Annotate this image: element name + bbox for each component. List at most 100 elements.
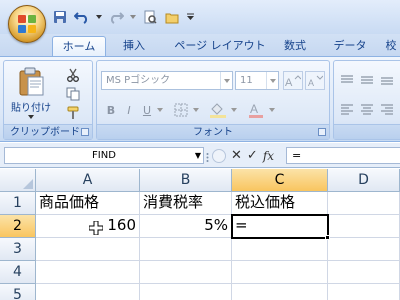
- office-button[interactable]: [8, 5, 46, 43]
- cell-c5[interactable]: [232, 284, 328, 300]
- office-logo-icon: [18, 15, 36, 33]
- cell-b5[interactable]: [140, 284, 232, 300]
- cell-d1[interactable]: [328, 192, 400, 215]
- column-header-c[interactable]: C: [232, 169, 328, 192]
- font-color-button[interactable]: A: [245, 101, 267, 119]
- open-folder-icon[interactable]: [164, 9, 180, 25]
- fill-handle[interactable]: [325, 235, 330, 240]
- font-name-combo[interactable]: MS Pゴシック: [101, 71, 233, 90]
- format-painter-button[interactable]: [64, 105, 82, 121]
- tab-data[interactable]: データ: [325, 36, 375, 56]
- align-center-icon: [361, 104, 373, 115]
- copy-icon: [66, 87, 80, 101]
- row-header-1[interactable]: 1: [0, 192, 36, 215]
- align-middle-icon: [361, 76, 373, 84]
- font-color-dropdown-icon[interactable]: [267, 101, 277, 119]
- paste-dropdown-icon: [28, 115, 34, 119]
- align-top-button[interactable]: [338, 71, 356, 89]
- column-header-d[interactable]: D: [328, 169, 400, 192]
- tab-page-layout[interactable]: ページ レイアウト: [170, 36, 270, 56]
- clipboard-launcher-icon[interactable]: [81, 128, 89, 136]
- row-header-3[interactable]: 3: [0, 238, 36, 261]
- redo-icon[interactable]: [108, 9, 124, 25]
- align-left-button[interactable]: [338, 101, 356, 119]
- name-box-dropdown-icon[interactable]: ▼: [195, 148, 201, 163]
- name-box[interactable]: FIND ▼: [4, 147, 204, 164]
- cut-button[interactable]: [64, 67, 82, 83]
- select-all-triangle-icon: [23, 179, 33, 189]
- underline-button[interactable]: U: [139, 101, 155, 119]
- cell-c1[interactable]: 税込価格: [232, 192, 328, 215]
- customize-qat-icon[interactable]: [186, 9, 194, 25]
- formula-circle-icon: [212, 148, 226, 163]
- font-size-value: 11: [240, 75, 253, 86]
- row-header-4[interactable]: 4: [0, 261, 36, 284]
- insert-function-icon[interactable]: fx: [263, 149, 274, 163]
- font-launcher-icon[interactable]: [318, 128, 326, 136]
- cell-d2[interactable]: [328, 215, 400, 238]
- paste-button[interactable]: 貼り付け: [8, 64, 54, 122]
- paint-bucket-icon: [210, 103, 226, 118]
- bold-button[interactable]: B: [103, 101, 119, 119]
- cell-d3[interactable]: [328, 238, 400, 261]
- underline-dropdown-icon[interactable]: [155, 101, 165, 119]
- cell-a2[interactable]: 160: [36, 215, 140, 238]
- shrink-font-button[interactable]: A: [305, 71, 325, 90]
- cell-c4[interactable]: [232, 261, 328, 284]
- tab-review[interactable]: 校: [382, 36, 400, 56]
- enter-icon[interactable]: ✓: [247, 148, 258, 163]
- cell-a3[interactable]: [36, 238, 140, 261]
- alignment-group-label: [334, 124, 400, 139]
- svg-text:A: A: [285, 77, 293, 87]
- clipboard-group-label: クリップボード: [4, 124, 92, 139]
- undo-dropdown-icon[interactable]: [96, 9, 102, 25]
- print-preview-icon[interactable]: [142, 9, 158, 25]
- tab-formulas[interactable]: 数式: [272, 36, 318, 56]
- formula-input[interactable]: =: [286, 147, 400, 164]
- cell-b4[interactable]: [140, 261, 232, 284]
- align-center-button[interactable]: [358, 101, 376, 119]
- cell-d5[interactable]: [328, 284, 400, 300]
- name-box-value: FIND: [92, 150, 116, 161]
- column-header-b[interactable]: B: [140, 169, 232, 192]
- save-icon[interactable]: [52, 9, 68, 25]
- cell-b3[interactable]: [140, 238, 232, 261]
- row-header-2[interactable]: 2: [0, 215, 36, 238]
- borders-button[interactable]: [171, 101, 191, 119]
- tab-home[interactable]: ホーム: [52, 36, 106, 56]
- format-painter-icon: [67, 106, 79, 119]
- paste-icon: [19, 67, 44, 96]
- font-size-combo[interactable]: 11: [235, 71, 279, 90]
- cell-a4[interactable]: [36, 261, 140, 284]
- redo-dropdown-icon[interactable]: [130, 9, 136, 25]
- cell-a5[interactable]: [36, 284, 140, 300]
- cancel-icon[interactable]: ✕: [231, 148, 242, 163]
- shrink-font-icon: A: [308, 75, 323, 87]
- svg-text:A: A: [308, 78, 314, 87]
- fill-color-button[interactable]: [207, 101, 229, 119]
- quick-access-toolbar: [52, 8, 194, 26]
- borders-dropdown-icon[interactable]: [191, 101, 201, 119]
- italic-button[interactable]: I: [121, 101, 137, 119]
- cell-b1[interactable]: 消費税率: [140, 192, 232, 215]
- cell-c3[interactable]: [232, 238, 328, 261]
- align-middle-button[interactable]: [358, 71, 376, 89]
- formula-buttons: ✕ ✓ fx: [212, 147, 282, 164]
- font-group-label: フォント: [97, 124, 329, 139]
- select-all-corner[interactable]: [0, 169, 36, 192]
- copy-button[interactable]: [64, 86, 82, 102]
- fill-color-dropdown-icon[interactable]: [229, 101, 239, 119]
- cell-b2[interactable]: 5%: [140, 215, 232, 238]
- cell-a1[interactable]: 商品価格: [36, 192, 140, 215]
- cell-d4[interactable]: [328, 261, 400, 284]
- formula-bar-splitter[interactable]: [206, 149, 209, 162]
- column-header-a[interactable]: A: [36, 169, 140, 192]
- align-bottom-button[interactable]: [378, 71, 396, 89]
- tab-insert[interactable]: 挿入: [112, 36, 156, 56]
- row-header-5[interactable]: 5: [0, 284, 36, 300]
- align-right-button[interactable]: [378, 101, 396, 119]
- title-bar: [0, 0, 400, 34]
- grow-font-button[interactable]: A: [283, 71, 303, 90]
- paste-label: 貼り付け: [11, 103, 51, 114]
- undo-icon[interactable]: [74, 9, 90, 25]
